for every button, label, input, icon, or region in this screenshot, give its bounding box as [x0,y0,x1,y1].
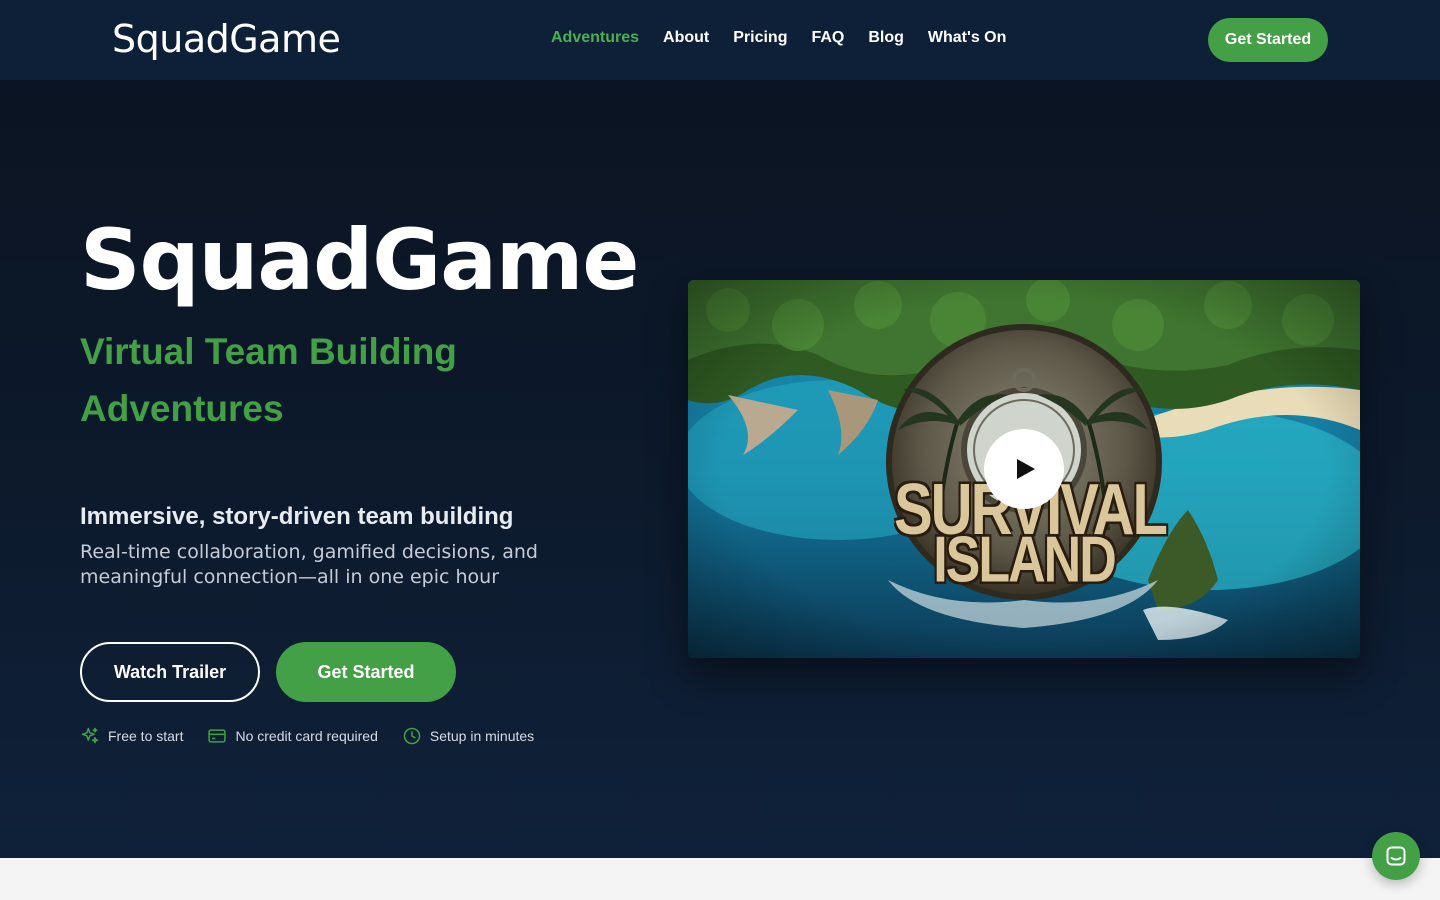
nav-blog[interactable]: Blog [868,28,904,48]
main-nav: Adventures About Pricing FAQ Blog What's… [551,28,1030,48]
credit-card-icon [208,729,227,743]
feature-label: Setup in minutes [429,728,535,744]
hero-title: SquadGame [80,211,639,309]
site-logo[interactable]: SquadGame [112,16,341,62]
sparkles-icon [81,727,99,744]
trailer-video[interactable]: SURVIVAL ISLAND [688,280,1360,658]
chat-launcher-button[interactable] [1372,832,1420,880]
feature-list: Free to start No credit card required Se… [80,726,558,746]
clock-icon [403,727,421,745]
hero-section: SquadGame Virtual Team Building Adventur… [0,80,1440,858]
feature-item: Free to start [80,726,183,746]
feature-label: Free to start [108,728,184,744]
nav-adventures[interactable]: Adventures [551,28,639,48]
site-header: SquadGame Adventures About Pricing FAQ B… [0,0,1440,80]
watch-trailer-button[interactable]: Watch Trailer [80,642,260,702]
nav-about[interactable]: About [663,28,709,48]
nav-pricing[interactable]: Pricing [733,28,787,48]
hero-description: Real-time collaboration, gamified decisi… [80,541,538,588]
nav-faq[interactable]: FAQ [811,28,844,48]
hero-subtitle: Virtual Team Building Adventures [80,331,457,429]
feature-item: Setup in minutes [402,726,534,746]
nav-whats-on[interactable]: What's On [928,28,1006,48]
feature-item: No credit card required [207,726,378,746]
hero-get-started-button[interactable]: Get Started [276,642,456,702]
play-button[interactable] [984,429,1064,509]
next-section [0,858,1440,900]
chat-icon [1386,846,1406,866]
feature-label: No credit card required [235,728,378,744]
play-icon [1017,459,1035,479]
badge-line-2: ISLAND [933,523,1117,597]
hero-tagline: Immersive, story-driven team building [80,503,514,530]
header-get-started-button[interactable]: Get Started [1208,18,1328,62]
